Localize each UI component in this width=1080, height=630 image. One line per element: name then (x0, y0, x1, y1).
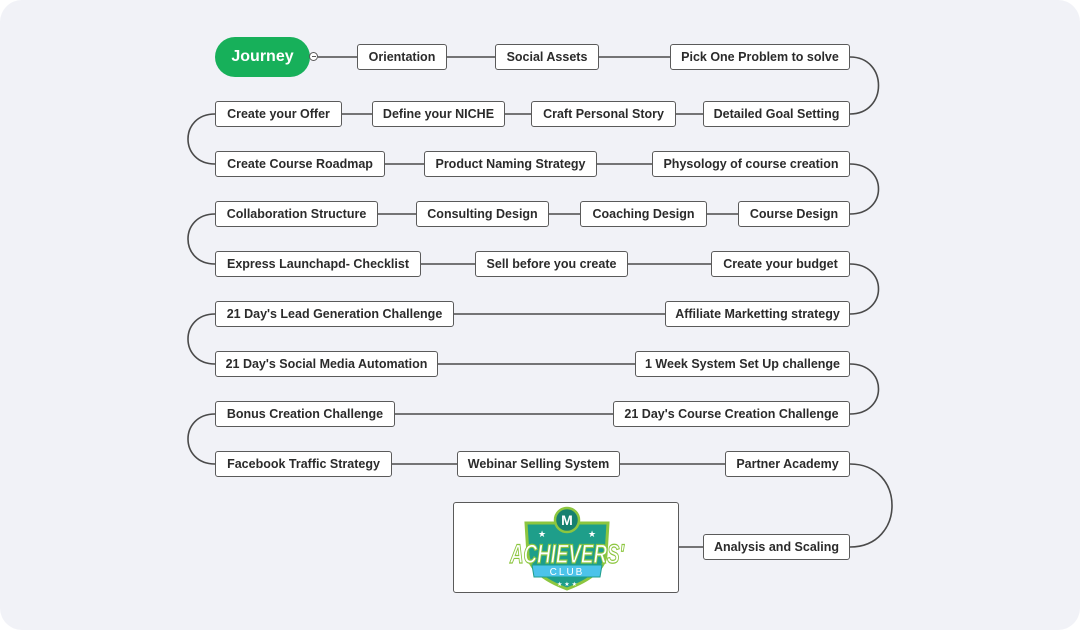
connector-line (849, 363, 880, 415)
logo-ribbon-text: CLUB (550, 567, 585, 578)
mindmap-node[interactable]: Create Course Roadmap (215, 151, 385, 177)
node-label: Craft Personal Story (543, 107, 664, 121)
logo-stars-bottom: ★ ★ ★ (557, 581, 577, 588)
node-label: Express Launchapd- Checklist (226, 257, 409, 271)
node-label: 21 Day's Lead Generation Challenge (226, 307, 443, 321)
mindmap-node[interactable]: Analysis and Scaling (703, 534, 850, 560)
connector-line (187, 313, 216, 365)
root-node-journey[interactable]: Journey (215, 37, 310, 77)
root-node-label: Journey (231, 48, 294, 65)
node-label: Coaching Design (592, 207, 695, 221)
mindmap-node[interactable]: Orientation (357, 44, 447, 70)
node-label: Detailed Goal Setting (713, 107, 840, 121)
mindmap-node[interactable]: Bonus Creation Challenge (215, 401, 395, 427)
mindmap-node[interactable]: Collaboration Structure (215, 201, 378, 227)
connector-line (849, 163, 880, 215)
mindmap-node[interactable]: Partner Academy (725, 451, 850, 477)
achievers-club-logo-node[interactable]: M ★ ★ ACHIEVERS' CLUB ★ ★ ★ (453, 502, 679, 593)
node-label: Physology of course creation (663, 157, 839, 171)
node-label: Define your NICHE (382, 107, 495, 121)
mindmap-node[interactable]: Coaching Design (580, 201, 707, 227)
connector-line (849, 463, 893, 548)
mindmap-node[interactable]: Social Assets (495, 44, 599, 70)
connector-line (187, 213, 216, 265)
connector-line (849, 56, 880, 115)
mindmap-node[interactable]: Sell before you create (475, 251, 628, 277)
connector-line (187, 413, 216, 465)
mindmap-node[interactable]: Facebook Traffic Strategy (215, 451, 392, 477)
node-label: Create your budget (723, 257, 838, 271)
node-label: 21 Day's Social Media Automation (225, 357, 428, 371)
mindmap-node[interactable]: Create your Offer (215, 101, 342, 127)
mindmap-node[interactable]: Create your budget (711, 251, 850, 277)
node-label: Affiliate Marketting strategy (675, 307, 840, 321)
mindmap-node[interactable]: 21 Day's Lead Generation Challenge (215, 301, 454, 327)
achievers-club-logo: M ★ ★ ACHIEVERS' CLUB ★ ★ ★ (509, 506, 626, 591)
mindmap-node[interactable]: Webinar Selling System (457, 451, 620, 477)
node-label: Create your Offer (227, 107, 330, 121)
node-label: Pick One Problem to solve (681, 50, 839, 64)
mindmap-node[interactable]: 21 Day's Social Media Automation (215, 351, 438, 377)
mindmap-node[interactable]: Course Design (738, 201, 850, 227)
node-label: Consulting Design (427, 207, 538, 221)
connector-line (849, 263, 880, 315)
node-label: Create Course Roadmap (227, 157, 373, 171)
mindmap-node[interactable]: Express Launchapd- Checklist (215, 251, 421, 277)
mindmap-node[interactable]: Consulting Design (416, 201, 549, 227)
mindmap-node[interactable]: 1 Week System Set Up challenge (635, 351, 850, 377)
mindmap-node[interactable]: Physology of course creation (652, 151, 850, 177)
node-label: Product Naming Strategy (435, 157, 586, 171)
logo-monogram: M (561, 512, 573, 528)
node-label: Facebook Traffic Strategy (227, 457, 380, 471)
node-label: 1 Week System Set Up challenge (645, 357, 840, 371)
mindmap-node[interactable]: Detailed Goal Setting (703, 101, 850, 127)
mindmap-node[interactable]: Pick One Problem to solve (670, 44, 850, 70)
node-label: Course Design (749, 207, 839, 221)
node-label: Orientation (368, 50, 436, 64)
mindmap-node[interactable]: 21 Day's Course Creation Challenge (613, 401, 850, 427)
connector-line (187, 113, 216, 165)
node-label: 21 Day's Course Creation Challenge (624, 407, 839, 421)
node-label: Collaboration Structure (226, 207, 367, 221)
node-label: Social Assets (506, 50, 588, 64)
mindmap-node[interactable]: Craft Personal Story (531, 101, 676, 127)
node-label: Bonus Creation Challenge (226, 407, 384, 421)
mindmap-node[interactable]: Product Naming Strategy (424, 151, 597, 177)
mindmap-node[interactable]: Define your NICHE (372, 101, 505, 127)
node-label: Partner Academy (736, 457, 839, 471)
node-label: Sell before you create (486, 257, 617, 271)
minus-circle-icon[interactable] (309, 52, 318, 61)
mindmap-node[interactable]: Affiliate Marketting strategy (665, 301, 850, 327)
node-label: Analysis and Scaling (713, 540, 840, 554)
node-label: Webinar Selling System (467, 457, 610, 471)
